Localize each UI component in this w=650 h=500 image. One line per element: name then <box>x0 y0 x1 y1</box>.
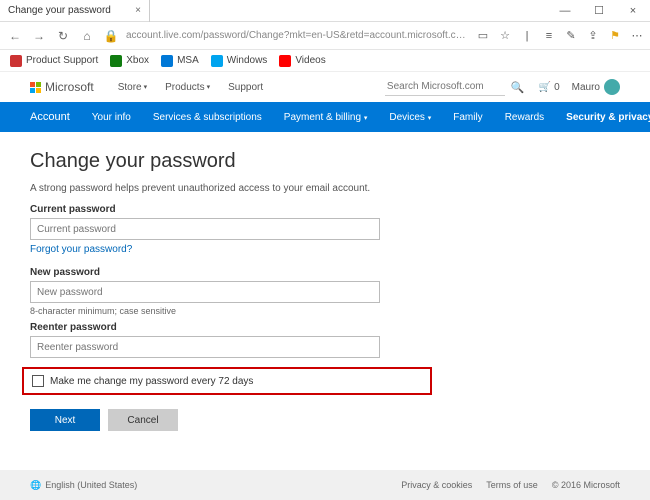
nav-your-info[interactable]: Your info <box>92 112 131 123</box>
window-titlebar: Change your password × — ☐ × <box>0 0 650 22</box>
chevron-down-icon: ▾ <box>428 115 432 122</box>
tab-title: Change your password <box>8 5 111 16</box>
checkbox-label: Make me change my password every 72 days <box>50 376 253 387</box>
reading-view-icon[interactable]: ▭ <box>476 29 490 43</box>
new-password-input[interactable] <box>30 281 380 303</box>
password-hint: 8-character minimum; case sensitive <box>30 306 620 316</box>
url-field[interactable]: account.live.com/password/Change?mkt=en-… <box>126 30 470 41</box>
account-nav: Account Your info Services & subscriptio… <box>0 102 650 132</box>
copyright-text: © 2016 Microsoft <box>552 480 620 490</box>
top-nav: Microsoft Store▾ Products▾ Support 🔍 🛒0 … <box>0 72 650 102</box>
notes-icon[interactable]: ✎ <box>564 29 578 43</box>
next-button[interactable]: Next <box>30 409 100 431</box>
reenter-password-label: Reenter password <box>30 322 620 333</box>
main-content: Change your password A strong password h… <box>0 132 650 431</box>
current-password-input[interactable] <box>30 218 380 240</box>
divider: | <box>520 29 534 43</box>
browser-tab[interactable]: Change your password × <box>0 0 150 22</box>
forgot-password-link[interactable]: Forgot your password? <box>30 244 132 255</box>
nav-support[interactable]: Support <box>228 82 263 93</box>
fav-xbox[interactable]: Xbox <box>110 55 149 67</box>
fav-videos[interactable]: Videos <box>279 55 325 67</box>
cancel-button[interactable]: Cancel <box>108 409 178 431</box>
nav-devices[interactable]: Devices ▾ <box>389 112 431 123</box>
nav-security-privacy[interactable]: Security & privacy <box>566 112 650 123</box>
nav-services[interactable]: Services & subscriptions <box>153 112 262 123</box>
lock-icon: 🔒 <box>102 27 120 45</box>
home-button[interactable]: ⌂ <box>78 27 96 45</box>
nav-payment[interactable]: Payment & billing ▾ <box>284 112 368 123</box>
reenter-password-input[interactable] <box>30 336 380 358</box>
current-password-label: Current password <box>30 204 620 215</box>
close-tab-icon[interactable]: × <box>135 5 141 16</box>
page-subtitle: A strong password helps prevent unauthor… <box>30 183 620 194</box>
user-menu[interactable]: Mauro <box>572 79 620 95</box>
hub-icon[interactable]: ≡ <box>542 29 556 43</box>
fav-product-support[interactable]: Product Support <box>10 55 98 67</box>
change-every-72-days-checkbox[interactable] <box>32 375 44 387</box>
language-selector[interactable]: English (United States) <box>45 480 137 490</box>
highlighted-checkbox-row: Make me change my password every 72 days <box>22 367 432 395</box>
close-window-button[interactable]: × <box>616 0 650 22</box>
address-bar: ← → ↻ ⌂ 🔒 account.live.com/password/Chan… <box>0 22 650 50</box>
maximize-button[interactable]: ☐ <box>582 0 616 22</box>
nav-account[interactable]: Account <box>30 111 70 123</box>
refresh-button[interactable]: ↻ <box>54 27 72 45</box>
globe-icon: 🌐 <box>30 480 41 491</box>
menu-icon[interactable]: ⋯ <box>630 29 644 43</box>
page-title: Change your password <box>30 150 620 173</box>
nav-family[interactable]: Family <box>453 112 482 123</box>
new-password-label: New password <box>30 267 620 278</box>
terms-link[interactable]: Terms of use <box>486 480 538 490</box>
microsoft-logo-icon <box>30 82 41 93</box>
nav-products[interactable]: Products▾ <box>165 82 210 93</box>
back-button[interactable]: ← <box>6 27 24 45</box>
fav-windows[interactable]: Windows <box>211 55 268 67</box>
minimize-button[interactable]: — <box>548 0 582 22</box>
share-icon[interactable]: ⇪ <box>586 29 600 43</box>
page-footer: 🌐 English (United States) Privacy & cook… <box>0 470 650 500</box>
nav-store[interactable]: Store▾ <box>118 82 147 93</box>
nav-rewards[interactable]: Rewards <box>505 112 544 123</box>
search-input[interactable] <box>385 78 505 96</box>
chevron-down-icon: ▾ <box>364 115 368 122</box>
chevron-down-icon: ▾ <box>144 83 148 91</box>
fav-msa[interactable]: MSA <box>161 55 199 67</box>
microsoft-logo[interactable]: Microsoft <box>30 80 94 94</box>
forward-button[interactable]: → <box>30 27 48 45</box>
search-icon[interactable]: 🔍 <box>511 81 525 94</box>
privacy-link[interactable]: Privacy & cookies <box>401 480 472 490</box>
favorites-icon[interactable]: ☆ <box>498 29 512 43</box>
cart-button[interactable]: 🛒0 <box>539 82 560 93</box>
avatar <box>604 79 620 95</box>
chevron-down-icon: ▾ <box>207 83 211 91</box>
favorites-bar: Product Support Xbox MSA Windows Videos <box>0 50 650 72</box>
extension-icon[interactable]: ⚑ <box>608 29 622 43</box>
